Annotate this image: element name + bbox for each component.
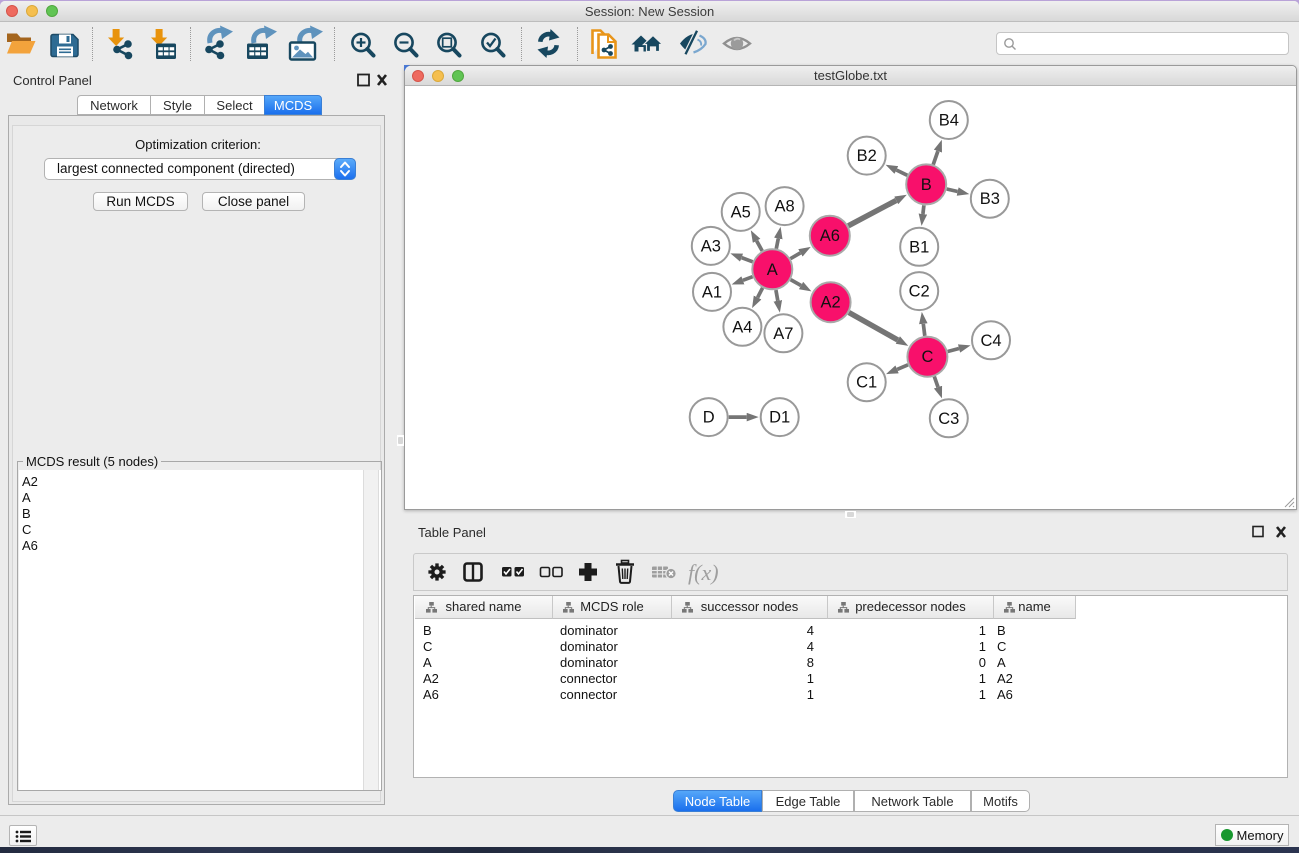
svg-text:A2: A2 [821,293,841,311]
svg-text:D: D [703,408,715,426]
svg-text:A6: A6 [820,227,840,245]
svg-text:C3: C3 [938,409,959,427]
svg-text:A8: A8 [775,197,795,215]
svg-text:A1: A1 [702,283,722,301]
svg-text:C1: C1 [856,373,877,391]
svg-text:A3: A3 [701,237,721,255]
svg-text:C: C [921,348,933,366]
svg-text:A5: A5 [731,203,751,221]
svg-text:A4: A4 [732,318,752,336]
svg-text:C2: C2 [909,282,930,300]
svg-text:A7: A7 [773,324,793,342]
svg-text:D1: D1 [769,408,790,426]
svg-text:B1: B1 [909,238,929,256]
svg-text:B: B [921,175,932,193]
svg-text:f(x): f(x) [688,560,719,585]
svg-text:B2: B2 [857,147,877,165]
svg-text:A: A [767,260,778,278]
svg-text:B3: B3 [980,190,1000,208]
svg-text:B4: B4 [939,111,959,129]
svg-text:C4: C4 [980,331,1001,349]
